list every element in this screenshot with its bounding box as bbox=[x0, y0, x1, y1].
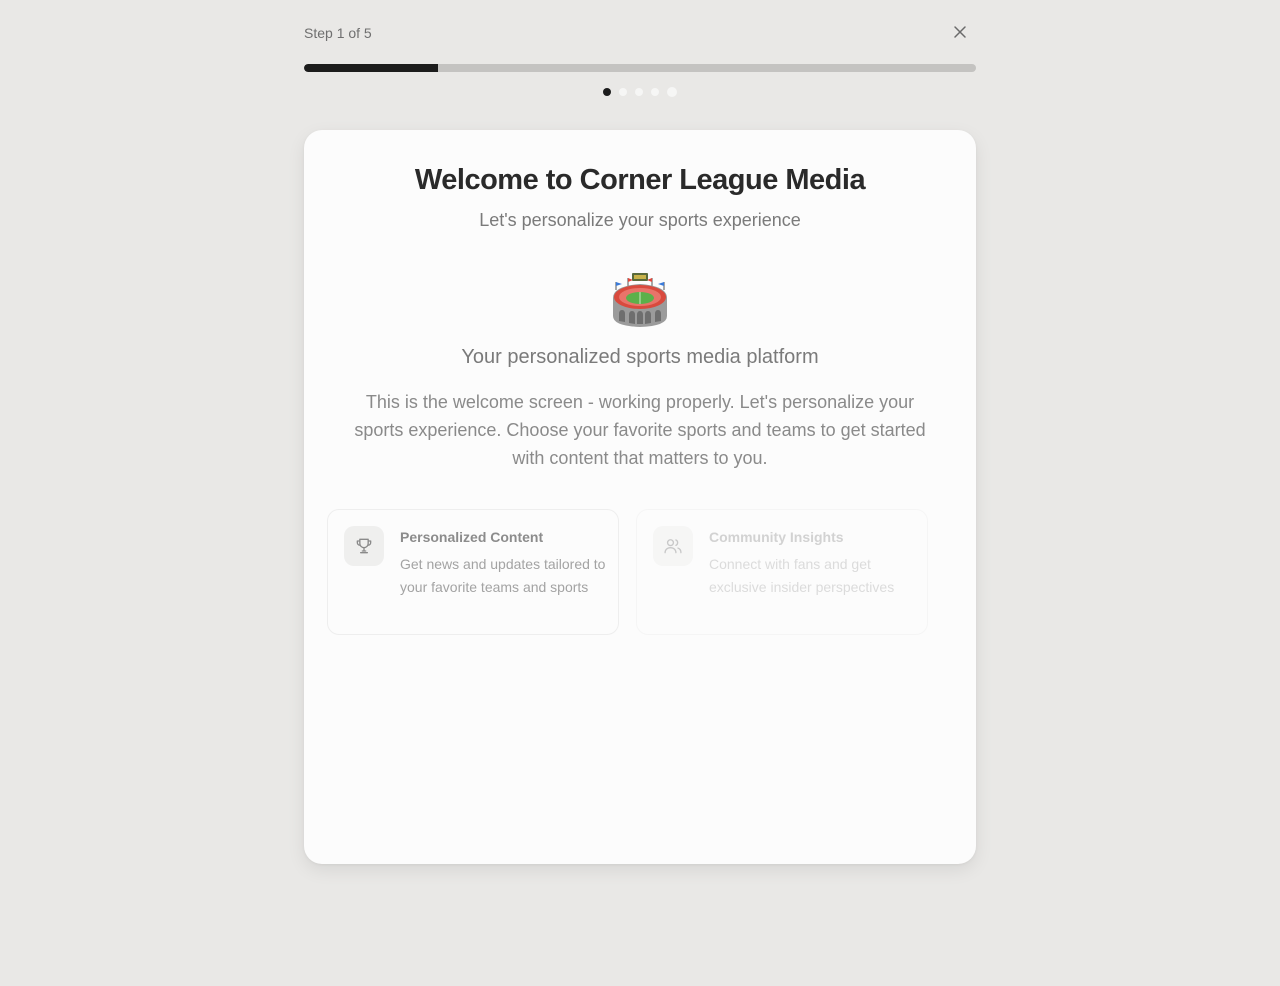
step-dot-2[interactable] bbox=[619, 88, 627, 96]
feature-icon-wrapper bbox=[653, 526, 693, 566]
feature-title: Personalized Content bbox=[400, 529, 544, 545]
close-button[interactable] bbox=[950, 22, 970, 42]
onboarding-header: Step 1 of 5 bbox=[304, 20, 976, 48]
close-icon bbox=[954, 26, 966, 38]
trophy-icon bbox=[356, 538, 372, 554]
feature-description: Connect with fans and get exclusive insi… bbox=[709, 556, 895, 595]
step-dot-3[interactable] bbox=[635, 88, 643, 96]
step-indicator: Step 1 of 5 bbox=[304, 25, 372, 41]
step-dot-1[interactable] bbox=[603, 88, 611, 96]
welcome-card: Welcome to Corner League Media Let's per… bbox=[304, 130, 976, 864]
step-dot-4[interactable] bbox=[651, 88, 659, 96]
page-title: Welcome to Corner League Media bbox=[414, 164, 866, 196]
tagline: Your personalized sports media platform bbox=[461, 346, 819, 368]
welcome-description: This is the welcome screen - working pro… bbox=[354, 392, 926, 468]
progress-bar-fill bbox=[304, 64, 439, 72]
feature-title: Community Insights bbox=[709, 529, 844, 545]
stadium-icon bbox=[613, 273, 667, 327]
feature-description: Get news and updates tailored to your fa… bbox=[400, 556, 606, 595]
feature-icon-wrapper bbox=[344, 526, 384, 566]
feature-card-community-insights[interactable]: Community Insights Connect with fans and… bbox=[636, 509, 928, 635]
step-dot-5[interactable] bbox=[667, 87, 677, 97]
progress-bar bbox=[304, 64, 976, 72]
step-dots bbox=[0, 86, 1280, 98]
users-icon bbox=[664, 539, 682, 554]
feature-card-personalized-content[interactable]: Personalized Content Get news and update… bbox=[327, 509, 619, 635]
page-subtitle: Let's personalize your sports experience bbox=[479, 210, 801, 230]
